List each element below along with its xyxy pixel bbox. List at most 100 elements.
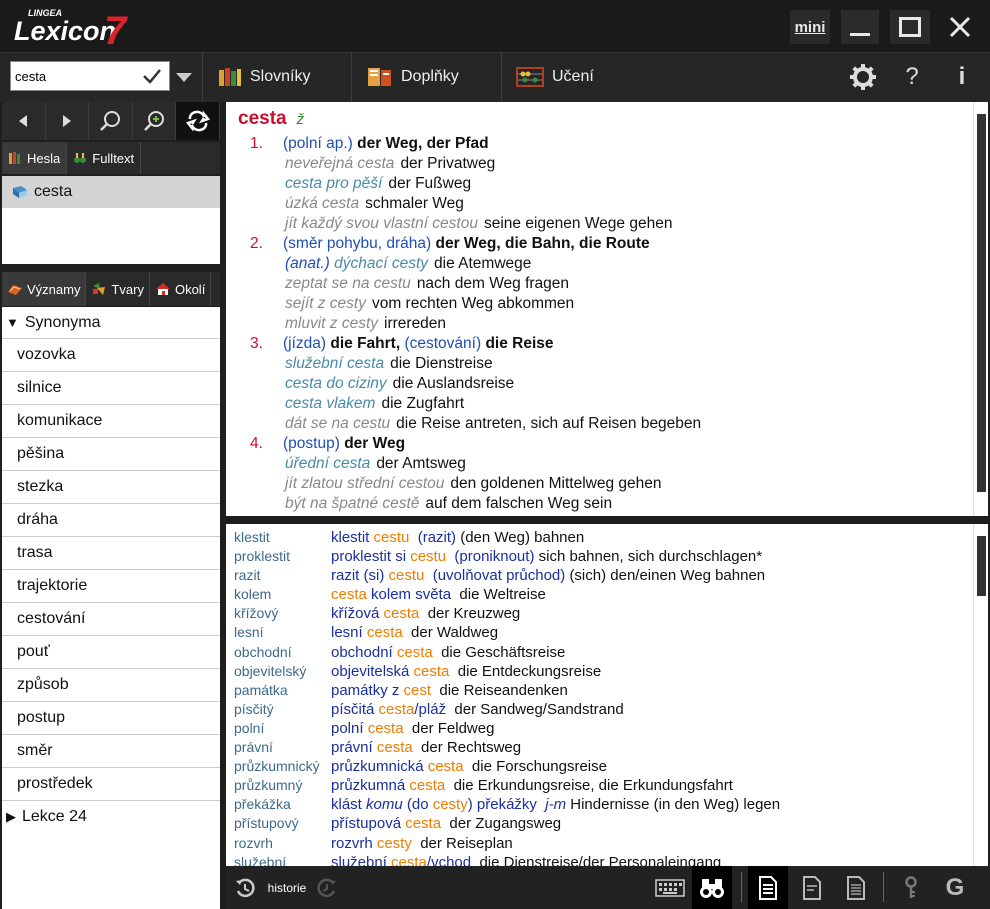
synonym-item[interactable]: silnice — [2, 372, 220, 405]
tab-dictionaries[interactable]: Slovníky — [218, 52, 310, 102]
synonym-item[interactable]: vozovka — [2, 339, 220, 372]
synonym-item[interactable]: stezka — [2, 471, 220, 504]
table-row[interactable]: právní právní cesta der Rechtsweg — [226, 738, 973, 757]
synonym-item[interactable]: komunikace — [2, 405, 220, 438]
example-row: dát se na cestu die Reise antreten, sich … — [238, 414, 961, 434]
lesson-header[interactable]: ▶ Lekce 24 — [2, 801, 220, 833]
tab-fulltext[interactable]: Fulltext — [67, 142, 142, 174]
close-button[interactable] — [940, 10, 980, 44]
synonym-item[interactable]: směr — [2, 735, 220, 768]
tab-addons-label: Doplňky — [401, 68, 459, 85]
minimize-button[interactable] — [841, 10, 879, 44]
table-row[interactable]: služební služební cesta/vchod die Dienstr… — [226, 853, 973, 866]
tab-headwords[interactable]: Hesla — [2, 142, 68, 174]
table-row[interactable]: objevitelský objevitelská cesta die Entde… — [226, 662, 973, 681]
forward-button[interactable] — [45, 102, 90, 140]
example-czech[interactable]: mluvit z cesty — [285, 315, 378, 332]
example-czech[interactable]: služební cesta — [285, 355, 384, 372]
history-back-button[interactable] — [232, 866, 258, 909]
sense-number: 3. — [250, 335, 263, 352]
example-czech[interactable]: úřední cesta — [285, 455, 370, 472]
zoom-search-button[interactable] — [132, 102, 177, 140]
full-view-button[interactable] — [748, 866, 788, 909]
synonym-item[interactable]: cestování — [2, 603, 220, 636]
synonym-item[interactable]: postup — [2, 702, 220, 735]
info-button[interactable]: i — [945, 60, 979, 94]
maximize-button[interactable] — [890, 10, 930, 44]
tab-surroundings[interactable]: Okolí — [150, 272, 212, 306]
google-button[interactable]: G — [940, 866, 970, 909]
synonym-item[interactable]: způsob — [2, 669, 220, 702]
table-row[interactable]: překážka klást komu (do cesty) překážky j… — [226, 795, 973, 814]
example-czech[interactable]: jít každý svou vlastní cestou — [285, 215, 478, 232]
history-label[interactable]: historie — [264, 866, 310, 909]
sense-translation: die Fahrt, — [330, 335, 401, 352]
table-row[interactable]: písčitý písčitá cesta/pláž der Sandweg/Sa… — [226, 700, 973, 719]
compact-view-button[interactable] — [796, 866, 828, 909]
example-czech[interactable]: jít zlatou střední cestou — [285, 475, 444, 492]
table-row[interactable]: památka památky z cest die Reiseandenken — [226, 681, 973, 700]
brief-view-button[interactable] — [840, 866, 872, 909]
tab-learning[interactable]: Učení — [516, 52, 594, 102]
fulltext-scrollbar[interactable] — [973, 524, 988, 866]
synonym-item[interactable]: pěšina — [2, 438, 220, 471]
entry-scrollbar[interactable] — [973, 102, 988, 516]
history-forward-button[interactable] — [314, 866, 340, 909]
example-czech[interactable]: sejít z cesty — [285, 295, 366, 312]
example-czech[interactable]: (anat.) dýchací cesty — [285, 255, 428, 272]
list-item[interactable]: cesta — [2, 176, 220, 208]
synonym-item[interactable]: prostředek — [2, 768, 220, 801]
example-czech[interactable]: cesta do ciziny — [285, 375, 387, 392]
result-key: rozvrh — [234, 834, 273, 851]
table-row[interactable]: lesní lesní cesta der Waldweg — [226, 623, 973, 642]
search-input[interactable] — [15, 66, 139, 86]
synonym-item[interactable]: pouť — [2, 636, 220, 669]
synonym-item[interactable]: dráha — [2, 504, 220, 537]
table-row[interactable]: klestit klestit cestu (razit) (den Weg) b… — [226, 528, 973, 547]
table-row[interactable]: razit razit (si) cestu (uvolňovat průchod… — [226, 566, 973, 585]
tab-addons[interactable]: Doplňky — [367, 52, 459, 102]
scroll-thumb[interactable] — [977, 114, 986, 492]
table-row[interactable]: rozvrh rozvrh cesty der Reiseplan — [226, 834, 973, 853]
keyboard-button[interactable] — [654, 866, 686, 909]
example-czech[interactable]: neveřejná cesta — [285, 155, 394, 172]
table-row[interactable]: křížový křížová cesta der Kreuzweg — [226, 604, 973, 623]
example-german: die Reise antreten, sich auf Reisen bege… — [396, 415, 702, 432]
example-czech[interactable]: zeptat se na cestu — [285, 275, 411, 292]
swap-direction-button[interactable] — [176, 102, 220, 140]
result-fragment: polní — [331, 719, 368, 737]
synonym-item[interactable]: trajektorie — [2, 570, 220, 603]
help-button[interactable]: ? — [895, 60, 929, 94]
search-dropdown-button[interactable] — [172, 66, 196, 88]
result-fragment: ) překážky — [467, 796, 546, 814]
example-czech[interactable]: být na špatné cestě — [285, 495, 419, 512]
scroll-thumb[interactable] — [977, 536, 986, 596]
example-czech[interactable]: cesta pro pěší — [285, 175, 382, 192]
search-button[interactable] — [89, 102, 133, 140]
example-czech[interactable]: cesta vlakem — [285, 395, 375, 412]
sense-number: 2. — [250, 235, 263, 252]
checkmark-icon[interactable] — [141, 65, 163, 87]
fulltext-toggle-button[interactable] — [692, 866, 732, 909]
mini-mode-button[interactable]: mini — [790, 10, 830, 44]
sense-translation: der Weg, die Bahn, die Route — [435, 235, 650, 252]
synonyms-header[interactable]: ▼ Synonyma — [2, 307, 220, 339]
table-row[interactable]: průzkumný průzkumná cesta die Erkundungsr… — [226, 776, 973, 795]
table-row[interactable]: obchodní obchodní cesta die Geschäftsreis… — [226, 643, 973, 662]
key-button[interactable] — [896, 866, 926, 909]
tab-forms[interactable]: Tvary — [86, 272, 150, 306]
table-row[interactable]: proklestit proklestit si cestu (proniknou… — [226, 547, 973, 566]
synonym-item[interactable]: trasa — [2, 537, 220, 570]
result-text: cesta kolem světa die Weltreise — [331, 585, 546, 604]
table-row[interactable]: přístupový přístupová cesta der Zugangswe… — [226, 814, 973, 833]
tab-meanings[interactable]: Významy — [2, 272, 87, 306]
example-row: být na špatné cestě auf dem falschen Weg … — [238, 494, 961, 514]
arrow-right-icon — [62, 115, 71, 127]
table-row[interactable]: polní polní cesta der Feldweg — [226, 719, 973, 738]
table-row[interactable]: průzkumnický průzkumnická cesta die Forsc… — [226, 757, 973, 776]
table-row[interactable]: kolem cesta kolem světa die Weltreise — [226, 585, 973, 604]
back-button[interactable] — [2, 102, 46, 140]
example-czech[interactable]: dát se na cestu — [285, 415, 390, 432]
settings-button[interactable] — [846, 60, 880, 94]
example-czech[interactable]: úzká cesta — [285, 195, 359, 212]
